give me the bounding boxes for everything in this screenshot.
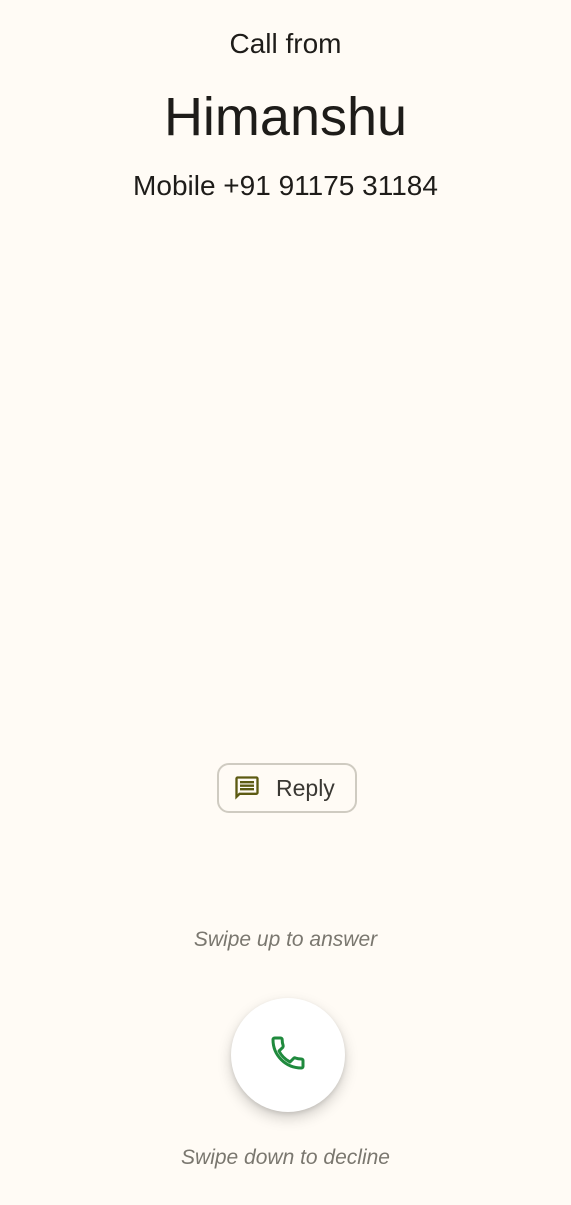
message-icon bbox=[232, 773, 262, 803]
swipe-up-hint: Swipe up to answer bbox=[193, 928, 378, 951]
caller-number: Mobile +91 91175 31184 bbox=[133, 170, 438, 201]
reply-button[interactable]: Reply bbox=[217, 763, 357, 813]
reply-label: Reply bbox=[276, 774, 335, 801]
caller-name: Himanshu bbox=[163, 87, 408, 147]
swipe-down-hint: Swipe down to decline bbox=[181, 1146, 390, 1169]
answer-call-button[interactable] bbox=[231, 998, 345, 1112]
phone-icon bbox=[268, 1033, 308, 1078]
call-from-label: Call from bbox=[229, 28, 342, 59]
incoming-call-screen: Call from Himanshu Mobile +91 91175 3118… bbox=[0, 0, 571, 1205]
